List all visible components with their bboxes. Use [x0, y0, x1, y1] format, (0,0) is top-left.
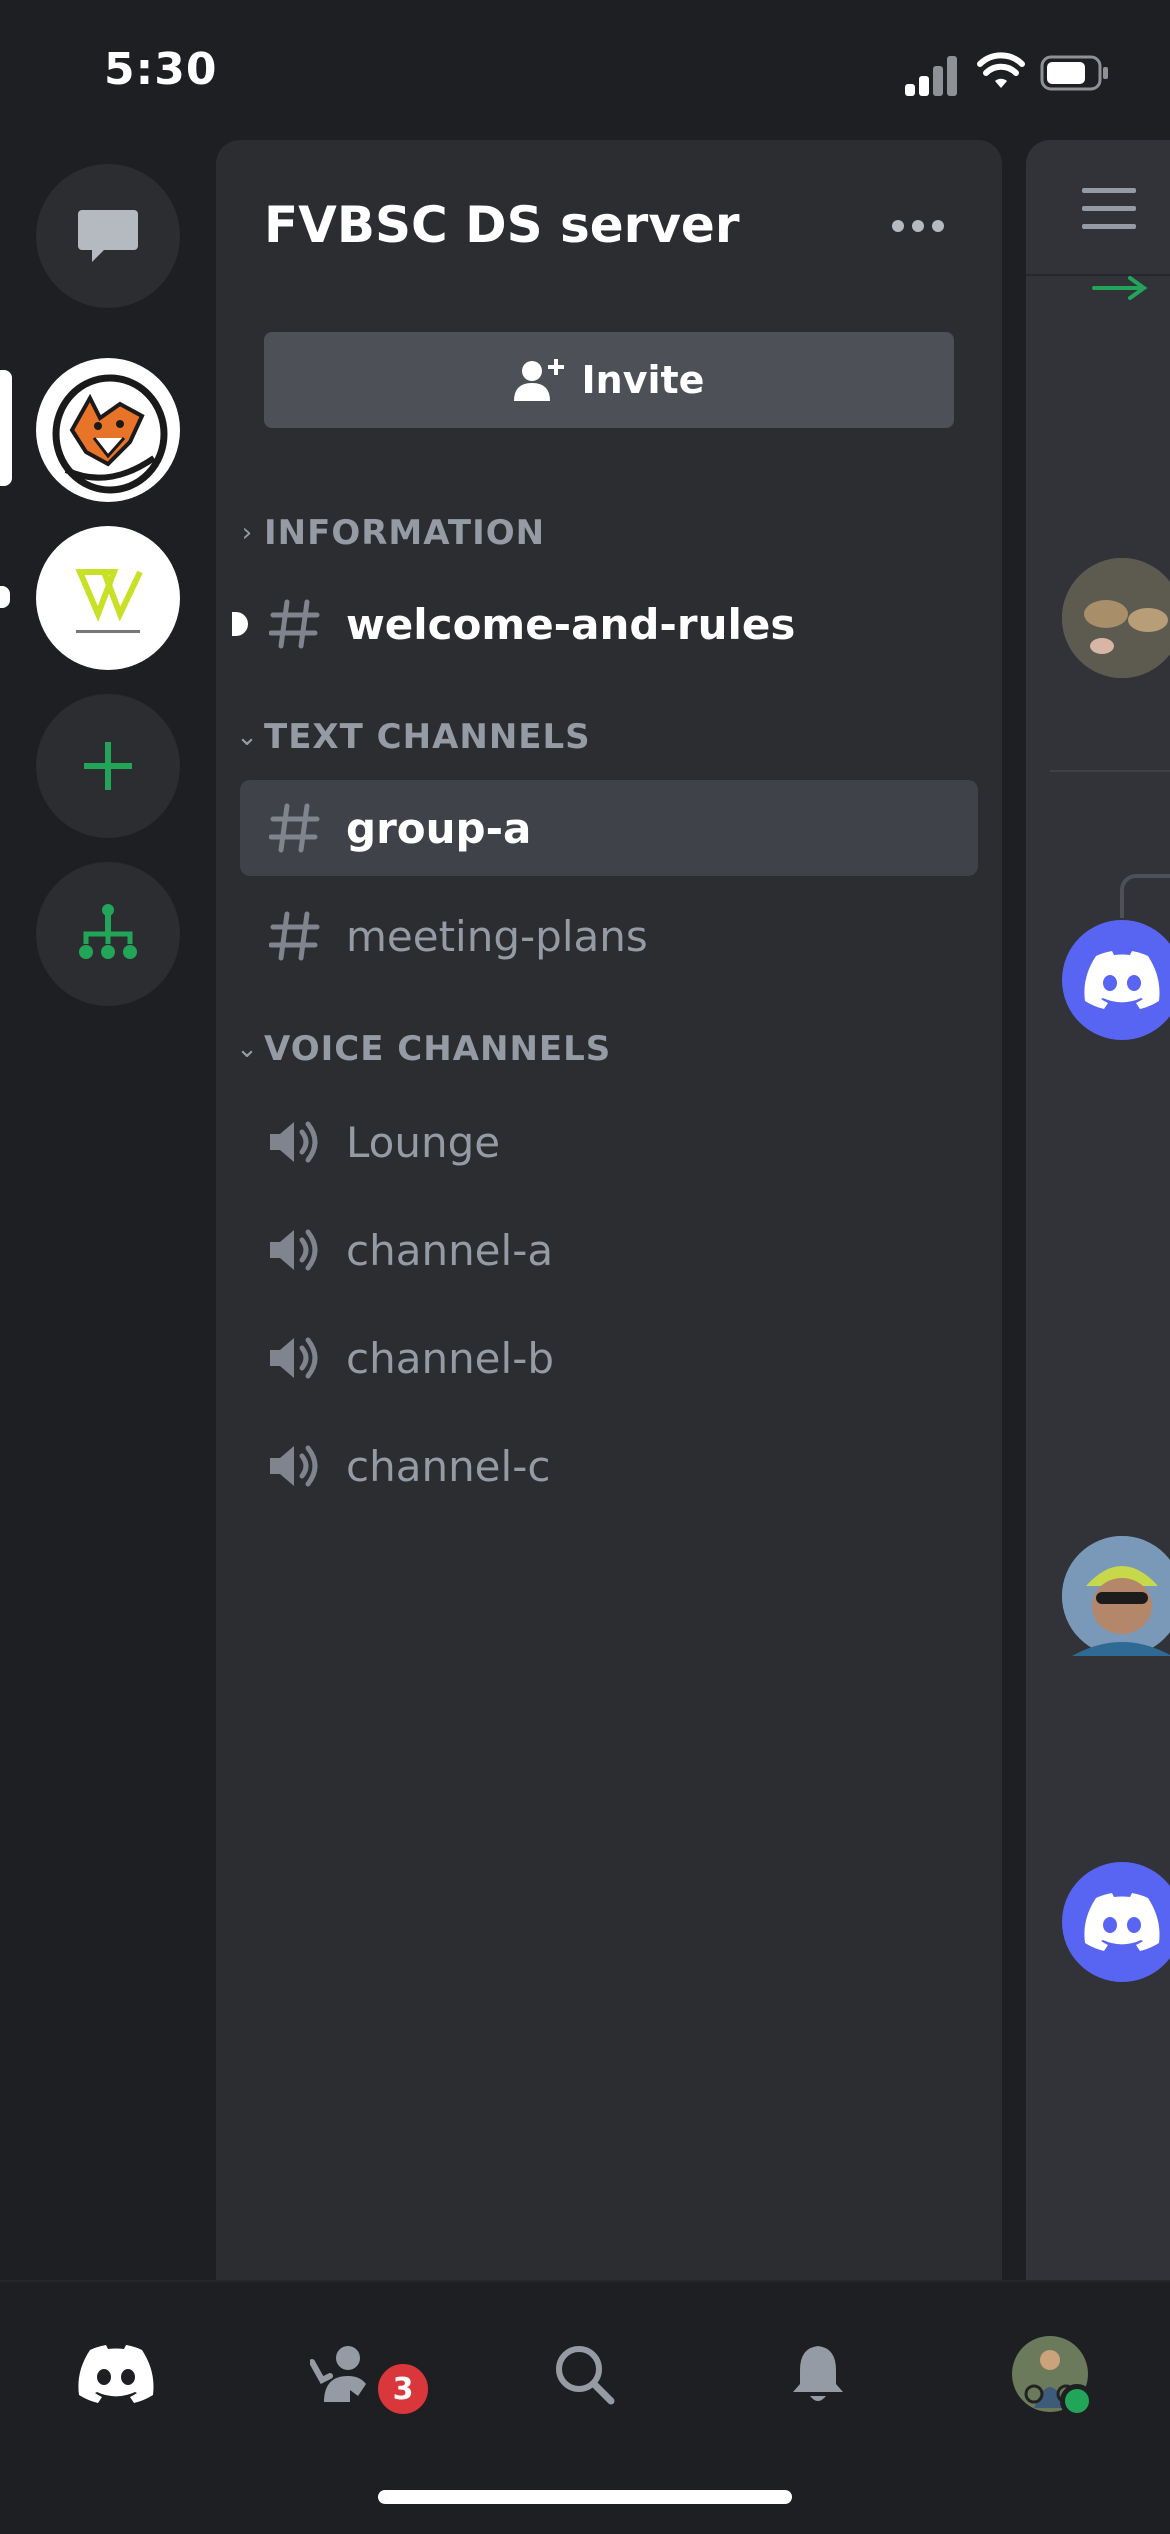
- channel-label: channel-a: [346, 1225, 554, 1275]
- add-server-button[interactable]: [36, 694, 180, 838]
- direct-messages-button[interactable]: [36, 164, 180, 308]
- voice-channel-lounge[interactable]: Lounge: [240, 1094, 978, 1190]
- server-name[interactable]: FVBSC DS server: [264, 196, 740, 254]
- channel-label: group-a: [346, 803, 532, 853]
- cellular-signal-icon: [905, 56, 959, 96]
- selected-server-indicator: [0, 370, 12, 486]
- chevron-down-icon: ⌄: [236, 1034, 258, 1064]
- chevron-down-icon: ⌄: [236, 722, 258, 752]
- chat-panel-peek[interactable]: [1026, 140, 1170, 2280]
- add-person-icon: [513, 359, 564, 401]
- discord-avatar[interactable]: [1062, 920, 1170, 1040]
- plus-icon: [84, 742, 132, 790]
- valleyvelo-logo-icon: [75, 569, 143, 633]
- server-unread-indicator: [0, 586, 10, 608]
- channel-label: meeting-plans: [346, 911, 648, 961]
- category-label: TEXT CHANNELS: [264, 717, 591, 757]
- invite-button[interactable]: Invite: [264, 332, 954, 428]
- friends-wave-icon: [310, 2346, 366, 2402]
- channel-label: channel-b: [346, 1333, 555, 1383]
- speaker-icon: [260, 1442, 330, 1490]
- speaker-icon: [260, 1226, 330, 1274]
- nav-profile[interactable]: [1000, 2324, 1100, 2424]
- voice-channel-channel-a[interactable]: channel-a: [240, 1202, 978, 1298]
- channel-label: channel-c: [346, 1441, 551, 1491]
- server-icon-valleyvelo[interactable]: [36, 526, 180, 670]
- channel-welcome-and-rules[interactable]: welcome-and-rules: [232, 576, 978, 672]
- nav-notifications[interactable]: [768, 2324, 868, 2424]
- category-text-channels[interactable]: ⌄ TEXT CHANNELS: [230, 712, 591, 762]
- search-icon: [556, 2346, 615, 2405]
- speaker-icon: [260, 1118, 330, 1166]
- chat-header: [1026, 140, 1170, 276]
- wifi-icon: [977, 52, 1025, 88]
- server-discovery-icon: [79, 904, 137, 959]
- explore-servers-button[interactable]: [36, 862, 180, 1006]
- chevron-right-icon: ›: [241, 518, 253, 548]
- hamburger-menu-icon[interactable]: [1082, 188, 1136, 230]
- hash-icon: [260, 598, 330, 650]
- speaker-icon: [260, 1334, 330, 1382]
- arrow-right-icon: [1092, 276, 1148, 300]
- voice-channel-channel-c[interactable]: channel-c: [240, 1418, 978, 1514]
- nav-home[interactable]: [66, 2324, 166, 2424]
- discord-avatar[interactable]: [1062, 1862, 1170, 1982]
- server-options-icon[interactable]: [892, 216, 948, 236]
- category-information[interactable]: › INFORMATION: [230, 508, 545, 558]
- channel-meeting-plans[interactable]: meeting-plans: [240, 888, 978, 984]
- user-avatar[interactable]: [1062, 1536, 1170, 1656]
- battery-icon: [1040, 55, 1108, 91]
- channel-label: welcome-and-rules: [346, 599, 796, 649]
- message-divider: [1050, 770, 1170, 772]
- hash-icon: [260, 910, 330, 962]
- discord-logo-icon: [1084, 951, 1160, 1009]
- fox-logo-icon: [52, 374, 168, 494]
- nav-search[interactable]: [534, 2324, 634, 2424]
- server-icon-fox[interactable]: [36, 358, 180, 502]
- channel-label: Lounge: [346, 1117, 501, 1167]
- channel-group-a[interactable]: group-a: [240, 780, 978, 876]
- bell-icon: [793, 2346, 843, 2401]
- online-status-indicator: [1060, 2384, 1094, 2418]
- category-label: VOICE CHANNELS: [264, 1029, 612, 1069]
- discord-home-icon: [78, 2345, 154, 2403]
- unread-indicator: [232, 612, 248, 636]
- home-indicator[interactable]: [378, 2490, 792, 2504]
- voice-channel-channel-b[interactable]: channel-b: [240, 1310, 978, 1406]
- discord-logo-icon: [1084, 1893, 1160, 1951]
- reply-connector: [1120, 874, 1170, 918]
- channel-list-panel: FVBSC DS server Invite › INFORMATION wel…: [216, 140, 1002, 2280]
- profile-avatar: [1012, 2336, 1094, 2418]
- invite-label: Invite: [581, 358, 705, 402]
- hash-icon: [260, 802, 330, 854]
- chat-bubble-icon: [78, 210, 138, 262]
- user-avatar[interactable]: [1062, 558, 1170, 678]
- status-time: 5:30: [104, 44, 218, 95]
- friends-notification-badge: 3: [374, 2360, 432, 2418]
- category-voice-channels[interactable]: ⌄ VOICE CHANNELS: [230, 1024, 611, 1074]
- category-label: INFORMATION: [264, 513, 546, 553]
